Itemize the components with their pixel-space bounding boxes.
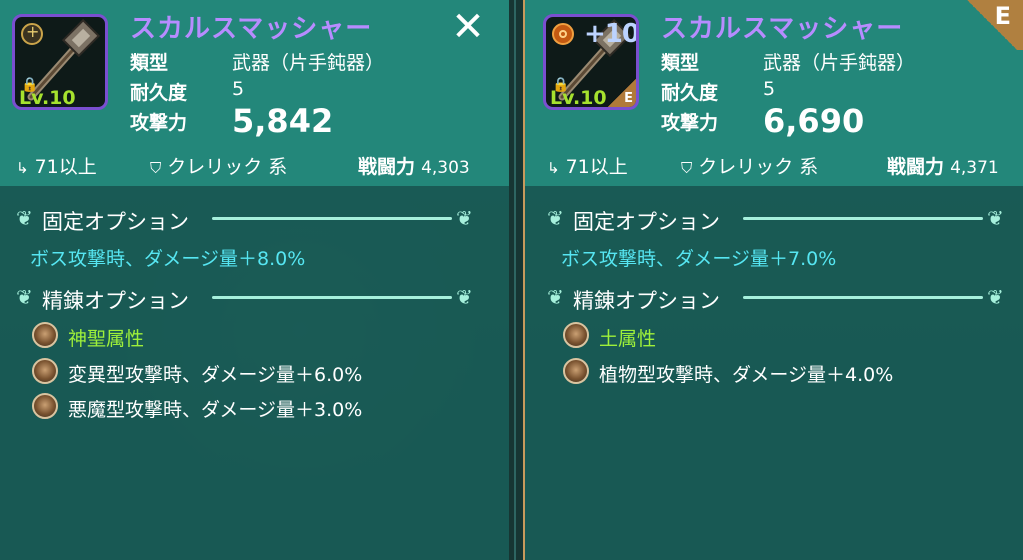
close-icon[interactable]: ✕ — [449, 7, 487, 47]
stat-attack-label: 攻撃力 — [661, 112, 719, 134]
section-ornament-icon: ❦ — [987, 206, 1004, 230]
option-badge-icon — [21, 22, 43, 45]
refine-option-line: 悪魔型攻撃時、ダメージ量＋3.0% — [68, 399, 363, 421]
level-icon: ↳ — [547, 159, 560, 177]
stat-durability-label: 耐久度 — [661, 82, 719, 104]
item-icon-slot[interactable]: +10 🔒 Lv.10 E — [543, 14, 639, 110]
section-ornament-icon: ❦ — [547, 285, 564, 309]
section-ornament-icon: ❦ — [16, 206, 33, 230]
section-ornament-icon: ❦ — [987, 285, 1004, 309]
required-level: ↳ 71以上 — [547, 156, 628, 178]
level-icon: ↳ — [16, 159, 29, 177]
section-divider — [743, 296, 983, 299]
combat-power: 戦闘力 4,371 — [887, 156, 999, 178]
class-shield-icon: ⛉ — [681, 159, 693, 177]
grade-corner: E — [608, 79, 636, 107]
enhance-level: +10 — [584, 19, 639, 49]
stat-type-value: 武器（片手鈍器） — [763, 52, 916, 74]
refine-option-line: 植物型攻撃時、ダメージ量＋4.0% — [599, 364, 894, 386]
refine-gem-icon — [563, 358, 589, 384]
item-name: スカルスマッシャー — [130, 14, 373, 44]
required-level: ↳ 71以上 — [16, 156, 97, 178]
section-ornament-icon: ❦ — [16, 285, 33, 309]
section-ornament-icon: ❦ — [456, 206, 473, 230]
stat-type-label: 類型 — [130, 52, 169, 74]
combat-power: 戦闘力 4,303 — [358, 156, 470, 178]
refine-option-title: 精錬オプション — [42, 289, 189, 313]
item-level: Lv.10 — [19, 87, 76, 109]
required-class: ⛉ クレリック 系 — [681, 156, 819, 178]
stat-attack-value: 6,690 — [763, 102, 865, 140]
required-class: ⛉ クレリック 系 — [150, 156, 288, 178]
refine-option-line: 土属性 — [599, 328, 657, 350]
refine-gem-icon — [32, 358, 58, 384]
refine-gem-icon — [32, 322, 58, 348]
section-ornament-icon: ❦ — [547, 206, 564, 230]
refine-option-title: 精錬オプション — [573, 289, 720, 313]
section-ornament-icon: ❦ — [456, 285, 473, 309]
fixed-option-title: 固定オプション — [42, 210, 189, 234]
panel-divider — [509, 0, 523, 560]
refine-option-line: 変異型攻撃時、ダメージ量＋6.0% — [68, 364, 363, 386]
item-level: Lv.10 — [550, 87, 607, 109]
stat-type-value: 武器（片手鈍器） — [232, 52, 385, 74]
section-divider — [212, 217, 452, 220]
refine-gem-icon — [563, 322, 589, 348]
stat-durability-value: 5 — [232, 78, 245, 100]
grade-tag: E — [961, 0, 1023, 50]
class-shield-icon: ⛉ — [150, 159, 162, 177]
item-tooltip-equipped: 🔒 Lv.10 スカルスマッシャー ✕ 類型 武器（片手鈍器） 耐久度 5 攻撃… — [0, 0, 509, 560]
stat-attack-label: 攻撃力 — [130, 112, 188, 134]
refine-option-line: 神聖属性 — [68, 328, 145, 350]
fixed-option-title: 固定オプション — [573, 210, 720, 234]
stat-durability-value: 5 — [763, 78, 776, 100]
item-icon-slot[interactable]: 🔒 Lv.10 — [12, 14, 108, 110]
stat-durability-label: 耐久度 — [130, 82, 188, 104]
stat-attack-value: 5,842 — [232, 102, 334, 140]
option-badge-icon — [552, 23, 574, 45]
refine-gem-icon — [32, 393, 58, 419]
fixed-option-line: ボス攻撃時、ダメージ量＋7.0% — [561, 248, 837, 270]
stat-type-label: 類型 — [661, 52, 700, 74]
item-tooltip-compare: E +10 🔒 Lv.10 E スカルスマッシャー 類型 武器（片手鈍器） 耐久… — [523, 0, 1023, 560]
item-name: スカルスマッシャー — [661, 14, 904, 44]
section-divider — [212, 296, 452, 299]
section-divider — [743, 217, 983, 220]
fixed-option-line: ボス攻撃時、ダメージ量＋8.0% — [30, 248, 306, 270]
